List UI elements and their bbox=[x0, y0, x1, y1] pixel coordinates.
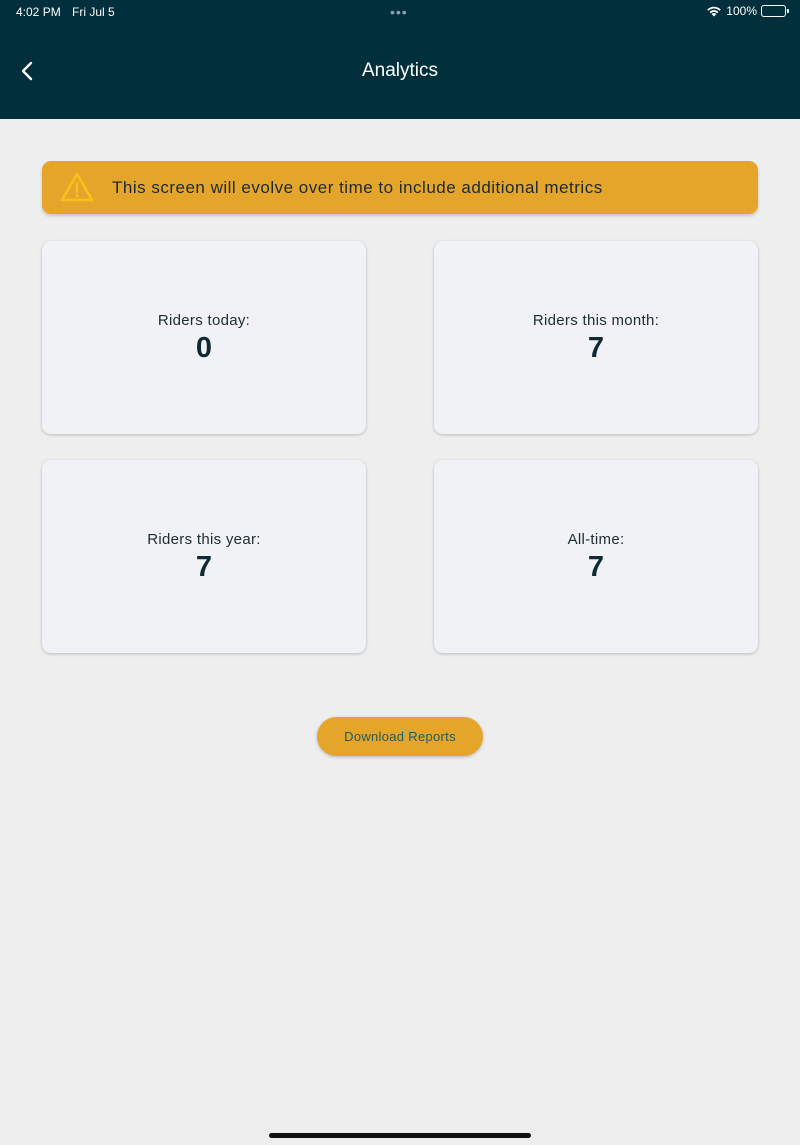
status-time: 4:02 PM bbox=[16, 5, 61, 19]
home-indicator[interactable] bbox=[269, 1133, 531, 1138]
stat-value: 7 bbox=[587, 551, 605, 583]
app-header: 4:02 PM Fri Jul 5 ••• 100% Analytics bbox=[0, 0, 800, 119]
stat-label: Riders today: bbox=[157, 312, 251, 329]
stat-card-riders-this-year: Riders this year: 7 bbox=[42, 460, 366, 653]
download-reports-button[interactable]: Download Reports bbox=[317, 717, 483, 756]
battery-icon bbox=[761, 5, 789, 17]
stat-card-riders-this-month: Riders this month: 7 bbox=[434, 241, 758, 434]
warning-icon bbox=[60, 172, 94, 202]
status-bar: 4:02 PM Fri Jul 5 ••• 100% bbox=[0, 0, 800, 24]
banner-text: This screen will evolve over time to inc… bbox=[112, 178, 603, 197]
stat-value: 7 bbox=[587, 332, 605, 364]
stat-value: 7 bbox=[195, 551, 213, 583]
status-indicators: 100% bbox=[706, 4, 789, 18]
stat-label: All-time: bbox=[567, 531, 625, 548]
stat-card-riders-today: Riders today: 0 bbox=[42, 241, 366, 434]
status-date: Fri Jul 5 bbox=[72, 5, 115, 19]
wifi-icon bbox=[707, 6, 722, 17]
stat-label: Riders this month: bbox=[532, 312, 660, 329]
multitasking-dots[interactable]: ••• bbox=[390, 4, 408, 20]
stat-label: Riders this year: bbox=[147, 531, 261, 548]
page-title: Analytics bbox=[361, 60, 439, 81]
stat-value: 0 bbox=[195, 332, 213, 364]
stat-card-all-time: All-time: 7 bbox=[434, 460, 758, 653]
battery-percent: 100% bbox=[726, 4, 757, 18]
